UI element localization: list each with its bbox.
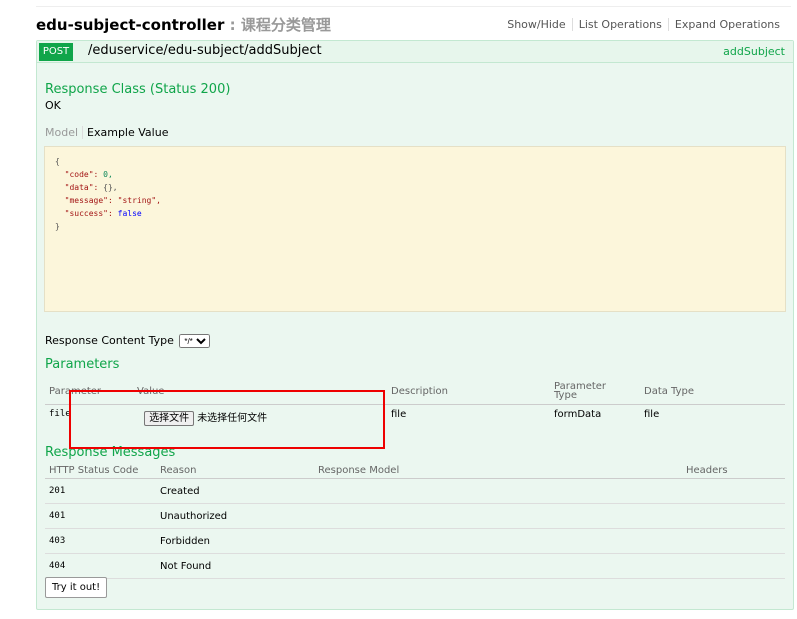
try-it-out-button[interactable]: Try it out! (45, 577, 108, 598)
resp-model (314, 478, 682, 504)
resp-code: 403 (45, 528, 156, 554)
highlight-annotation-box (69, 390, 385, 449)
resp-col-model: Response Model (314, 462, 682, 479)
response-content-type: Response Content Type */* (45, 334, 211, 348)
resp-reason: Unauthorized (156, 503, 314, 529)
controller-title[interactable]: edu-subject-controller : 课程分类管理 (36, 14, 331, 35)
resp-headers (682, 528, 785, 554)
param-col-datatype: Data Type (640, 378, 785, 405)
resp-headers (682, 553, 785, 579)
top-divider (36, 6, 791, 7)
resp-col-reason: Reason (156, 462, 314, 479)
resp-headers (682, 503, 785, 529)
resp-model (314, 528, 682, 554)
param-description: file (391, 409, 407, 420)
param-col-type: Parameter Type (550, 378, 640, 405)
operation-panel: POST /eduservice/edu-subject/addSubject … (36, 40, 794, 610)
resp-col-headers: Headers (682, 462, 785, 479)
tab-example-value[interactable]: Example Value (83, 126, 168, 139)
operation-path[interactable]: /eduservice/edu-subject/addSubject (88, 43, 322, 58)
param-col-description: Description (387, 378, 550, 405)
resp-reason: Not Found (156, 553, 314, 579)
example-line-3: "message": "string", (64, 196, 161, 205)
response-content-type-label: Response Content Type (45, 334, 174, 347)
resp-model (314, 553, 682, 579)
controller-separator: : (224, 16, 241, 34)
controller-name[interactable]: edu-subject-controller (36, 16, 224, 34)
resp-reason: Forbidden (156, 528, 314, 554)
operation-nickname[interactable]: addSubject (723, 45, 785, 58)
resp-reason: Created (156, 478, 314, 504)
table-row: 201 Created (45, 478, 785, 504)
example-line-5: } (55, 222, 60, 231)
response-content-type-select[interactable]: */* (179, 334, 211, 348)
resp-code: 401 (45, 503, 156, 529)
resp-model (314, 503, 682, 529)
http-method-badge[interactable]: POST (39, 43, 73, 61)
param-data-type: file (644, 409, 660, 420)
expand-operations-link[interactable]: Expand Operations (667, 18, 786, 31)
operation-heading[interactable]: POST /eduservice/edu-subject/addSubject … (37, 41, 793, 63)
list-operations-link[interactable]: List Operations (571, 18, 668, 31)
example-line-0: { (55, 157, 60, 166)
resp-code: 201 (45, 478, 156, 504)
table-row: 401 Unauthorized (45, 503, 785, 529)
example-line-4: "success": false (64, 209, 142, 218)
resp-headers (682, 478, 785, 504)
show-hide-link[interactable]: Show/Hide (501, 18, 571, 31)
example-line-2: "data": {}, (64, 183, 118, 192)
parameters-title: Parameters (45, 357, 120, 372)
response-class-value: OK (45, 99, 61, 112)
response-messages-table: HTTP Status Code Reason Response Model H… (45, 462, 785, 579)
model-tabs: Model Example Value (45, 126, 168, 139)
controller-header: edu-subject-controller : 课程分类管理 Show/Hid… (36, 14, 786, 36)
table-row: 403 Forbidden (45, 528, 785, 554)
resp-col-code: HTTP Status Code (45, 462, 156, 479)
table-row: 404 Not Found (45, 553, 785, 579)
example-line-1: "code": 0, (64, 170, 113, 179)
controller-description: 课程分类管理 (240, 16, 331, 34)
response-class-title: Response Class (Status 200) (45, 82, 231, 97)
resp-code: 404 (45, 553, 156, 579)
example-value-box[interactable]: { "code": 0, "data": {}, "message": "str… (44, 146, 786, 312)
param-type: formData (554, 409, 602, 420)
tab-model[interactable]: Model (45, 126, 84, 139)
controller-links: Show/Hide List Operations Expand Operation… (501, 18, 786, 31)
